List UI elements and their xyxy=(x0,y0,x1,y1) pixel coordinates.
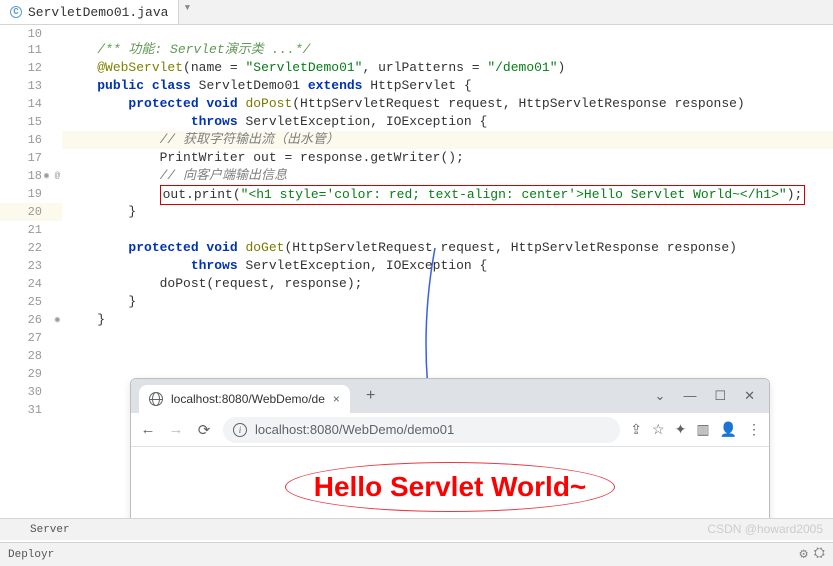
line-number: 25 xyxy=(0,293,62,311)
line-number: 17 xyxy=(0,149,62,167)
browser-viewport: Hello Servlet World~ xyxy=(131,447,769,527)
close-window-icon[interactable]: ✕ xyxy=(744,388,755,404)
editor-tab-bar: C ServletDemo01.java ▾ xyxy=(0,0,833,25)
code-line: protected void doPost(HttpServletRequest… xyxy=(62,95,833,113)
code-line: } xyxy=(62,311,833,329)
line-number: 27 xyxy=(0,329,62,347)
code-line: } xyxy=(62,293,833,311)
code-line: } xyxy=(62,203,833,221)
back-button[interactable]: ← xyxy=(139,421,157,438)
line-number: 24 xyxy=(0,275,62,293)
line-number: 23 xyxy=(0,257,62,275)
line-number: 22 xyxy=(0,239,62,257)
code-line: /** 功能: Servlet演示类 ...*/ xyxy=(62,41,833,59)
star-icon[interactable]: ☆ xyxy=(652,421,665,438)
code-line xyxy=(62,27,833,41)
line-number: 29 xyxy=(0,365,62,383)
file-tab-name: ServletDemo01.java xyxy=(28,5,168,20)
code-line: out.print("<h1 style='color: red; text-a… xyxy=(62,185,833,203)
line-number: 19 xyxy=(0,185,62,203)
line-number: 31 xyxy=(0,401,62,419)
code-line: public class ServletDemo01 extends HttpS… xyxy=(62,77,833,95)
line-number: 26 xyxy=(0,311,62,329)
site-info-icon[interactable]: i xyxy=(233,423,247,437)
code-line: throws ServletException, IOException { xyxy=(62,257,833,275)
line-number: 12 xyxy=(0,59,62,77)
line-number: 11 xyxy=(0,41,62,59)
menu-icon[interactable]: ⋮ xyxy=(747,421,761,438)
browser-tab-title: localhost:8080/WebDemo/de xyxy=(171,392,325,406)
page-heading: Hello Servlet World~ xyxy=(314,471,587,503)
code-line: throws ServletException, IOException { xyxy=(62,113,833,131)
code-line: doPost(request, response); xyxy=(62,275,833,293)
line-number: 10 xyxy=(0,27,62,41)
browser-window: localhost:8080/WebDemo/de × + ⌄ — ☐ ✕ ← … xyxy=(130,378,770,528)
minimize-icon[interactable]: — xyxy=(683,388,696,404)
code-line: // 向客户端输出信息 xyxy=(62,167,833,185)
code-editor: 10 11 12 13 14 15 16 17 18 19 20 21 22 2… xyxy=(0,25,833,419)
globe-icon xyxy=(149,392,163,406)
file-tab[interactable]: C ServletDemo01.java xyxy=(0,0,179,24)
line-number: 30 xyxy=(0,383,62,401)
extensions-icon[interactable]: ✦ xyxy=(675,421,687,438)
line-number: 15 xyxy=(0,113,62,131)
line-number: 18 xyxy=(0,167,62,185)
profile-icon[interactable]: 👤 xyxy=(720,421,737,438)
chevron-down-icon[interactable]: ⌄ xyxy=(655,388,666,404)
code-line xyxy=(62,329,833,347)
code-area[interactable]: /** 功能: Servlet演示类 ...*/ @WebServlet(nam… xyxy=(62,25,833,419)
code-line: protected void doGet(HttpServletRequest … xyxy=(62,239,833,257)
server-tab[interactable]: Server xyxy=(30,524,70,536)
maximize-icon[interactable]: ☐ xyxy=(714,388,726,404)
java-class-icon: C xyxy=(10,6,22,18)
code-line: // 获取字符输出流（出水管） xyxy=(62,131,833,149)
code-line xyxy=(62,221,833,239)
bookmark-list-icon[interactable]: ▥ xyxy=(696,421,709,438)
line-number: 28 xyxy=(0,347,62,365)
share-icon[interactable]: ⇪ xyxy=(630,421,642,438)
deploy-indicator[interactable]: Deployr xyxy=(8,549,54,561)
line-number: 16 xyxy=(0,131,62,149)
browser-tab-strip: localhost:8080/WebDemo/de × + ⌄ — ☐ ✕ xyxy=(131,379,769,413)
line-number: 20 xyxy=(0,203,62,221)
browser-tab[interactable]: localhost:8080/WebDemo/de × xyxy=(139,385,350,413)
url-text: localhost:8080/WebDemo/demo01 xyxy=(255,422,454,437)
forward-button: → xyxy=(167,421,185,438)
code-line: @WebServlet(name = "ServletDemo01", urlP… xyxy=(62,59,833,77)
new-tab-button[interactable]: + xyxy=(358,387,384,405)
line-number: 13 xyxy=(0,77,62,95)
line-gutter: 10 11 12 13 14 15 16 17 18 19 20 21 22 2… xyxy=(0,25,62,419)
close-tab-icon[interactable]: × xyxy=(333,392,340,406)
gear-icon[interactable]: ⚙ xyxy=(799,546,807,563)
address-bar[interactable]: i localhost:8080/WebDemo/demo01 xyxy=(223,417,620,443)
settings-icon[interactable]: ⛭ xyxy=(814,546,825,563)
tab-dropdown-icon[interactable]: ▾ xyxy=(183,0,191,24)
code-line: PrintWriter out = response.getWriter(); xyxy=(62,149,833,167)
line-number: 21 xyxy=(0,221,62,239)
reload-button[interactable]: ⟳ xyxy=(195,421,213,439)
watermark-text: CSDN @howard2005 xyxy=(707,522,823,536)
status-bar: Deployr ⚙ ⛭ xyxy=(0,542,833,566)
line-number: 14 xyxy=(0,95,62,113)
browser-toolbar: ← → ⟳ i localhost:8080/WebDemo/demo01 ⇪ … xyxy=(131,413,769,447)
window-controls: ⌄ — ☐ ✕ xyxy=(655,388,769,404)
